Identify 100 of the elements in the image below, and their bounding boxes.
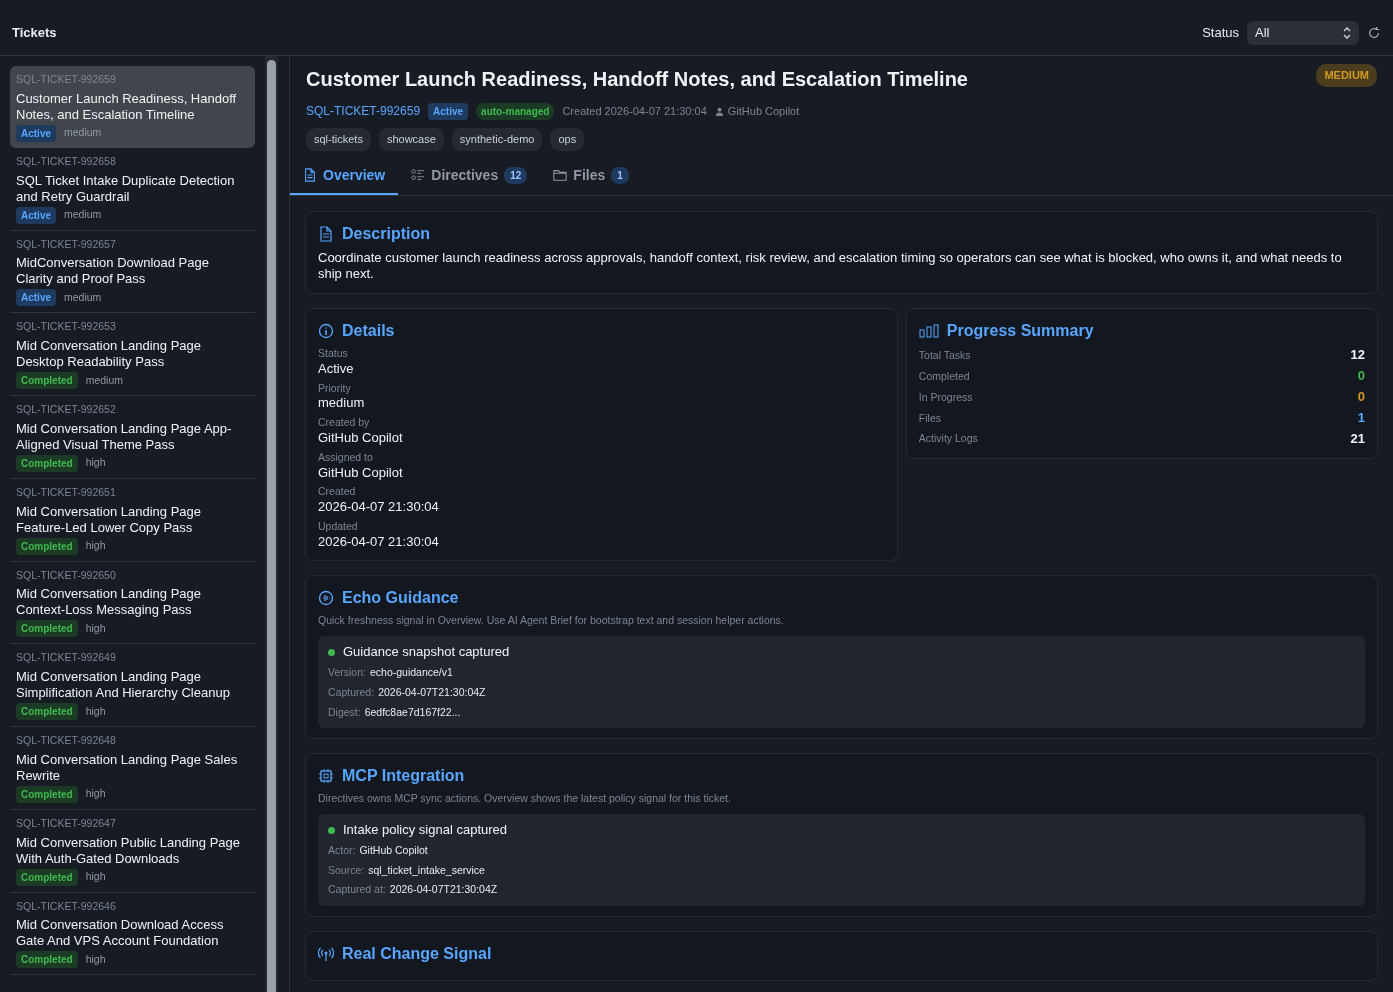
section-title: MCP Integration	[342, 766, 465, 787]
stat-label: Activity Logs	[918, 432, 978, 447]
count-tag: 12	[504, 166, 528, 184]
created-text: Created 2026-04-07 21:30:04	[562, 103, 707, 119]
priority-text: high	[85, 786, 106, 802]
panel-title: Tickets	[12, 23, 57, 42]
tab[interactable]: Files 1	[540, 158, 642, 195]
status-tag: Completed	[16, 372, 78, 389]
field-value: GitHub Copilot	[318, 430, 404, 447]
ticket-item[interactable]: SQL-TICKET-992658 SQL Ticket Intake Duplicate Detection and Retry Guardrail Active medium	[10, 147, 255, 231]
person-icon	[714, 106, 724, 116]
tag-chip[interactable]: ops	[550, 128, 585, 151]
status-tag: Completed	[16, 703, 78, 720]
status-tag: Completed	[16, 454, 78, 472]
stat-value: 0	[1357, 368, 1365, 386]
priority-text: high	[85, 620, 106, 636]
section-title: Echo Guidance	[342, 588, 459, 609]
signal-label: Actor:	[328, 843, 356, 858]
status-tag: Completed	[16, 620, 78, 638]
priority-text: medium	[64, 125, 102, 141]
ticket-item[interactable]: SQL-TICKET-992657 MidConversation Download Page Clarity and Proof Pass Active medium	[10, 230, 255, 314]
tab[interactable]: Directives 12	[398, 158, 541, 195]
ticket-title: Mid Conversation Download Access Gate And VPS Account Foundation	[16, 917, 225, 950]
status-select[interactable]: All	[1247, 20, 1359, 45]
priority-text: medium	[64, 289, 102, 305]
folder-icon	[553, 168, 568, 182]
ticket-title: MidConversation Download Page Clarity and Proof Pass	[16, 255, 210, 288]
field-value: Active	[318, 360, 355, 378]
signal-headline: Guidance snapshot captured	[343, 644, 510, 661]
ticket-title: Mid Conversation Landing Page Context-Loss Messaging Pass	[16, 586, 202, 619]
signal-label: Source:	[328, 863, 365, 878]
ticket-item[interactable]: SQL-TICKET-992653 Mid Conversation Landing Page Desktop Readability Pass Completed medium	[10, 313, 255, 396]
priority-text: medium	[85, 372, 124, 388]
status-tag: Completed	[16, 537, 78, 555]
field-value: GitHub Copilot	[318, 464, 404, 482]
signal-value: echo-guidance/v1	[369, 665, 453, 680]
stat-label: Completed	[918, 369, 970, 384]
priority-text: high	[85, 869, 106, 885]
ticket-id: SQL-TICKET-992659	[16, 72, 117, 87]
priority-text: high	[85, 538, 106, 554]
tag-chip[interactable]: showcase	[378, 128, 444, 151]
ticket-item[interactable]: SQL-TICKET-992651 Mid Conversation Landing Page Feature-Led Lower Copy Pass Completed high	[10, 478, 255, 562]
ticket-title: Mid Conversation Landing Page Simplification And Hierarchy Cleanup	[16, 669, 231, 701]
signal-headline: Intake policy signal captured	[343, 821, 508, 839]
stat-label: In Progress	[918, 390, 973, 405]
ticket-id: SQL-TICKET-992646	[16, 898, 117, 914]
ticket-item[interactable]: SQL-TICKET-992649 Mid Conversation Landing Page Simplification And Hierarchy Cleanup Completed high	[10, 644, 255, 727]
status-tag: Active	[16, 124, 56, 142]
tag-chip[interactable]: sql-tickets	[306, 128, 371, 151]
scrollbar-thumb[interactable]	[267, 60, 276, 992]
ticket-item[interactable]: SQL-TICKET-992647 Mid Conversation Public Landing Page With Auth-Gated Downloads Completed high	[10, 809, 255, 893]
ticket-id: SQL-TICKET-992651	[16, 484, 117, 500]
bar-chart-icon	[918, 324, 939, 339]
stat-value: 21	[1350, 430, 1365, 448]
status-tag: Completed	[16, 951, 78, 969]
status-tag: Completed	[16, 868, 78, 886]
field-label: Priority	[318, 381, 352, 396]
status-tag: Active	[16, 206, 56, 224]
stat-label: Total Tasks	[918, 348, 971, 363]
field-label: Updated	[318, 519, 359, 534]
stat-label: Files	[918, 411, 942, 426]
ticket-item[interactable]: SQL-TICKET-992659 Customer Launch Readiness, Handoff Notes, and Escalation Timeline Active medium	[10, 66, 255, 148]
signal-label: Captured:	[328, 685, 375, 700]
stat-value: 12	[1350, 347, 1365, 365]
section-note: Directives owns MCP sync actions. Overview shows the latest policy signal for this ticket.	[318, 792, 732, 806]
ticket-item[interactable]: SQL-TICKET-992650 Mid Conversation Landing Page Context-Loss Messaging Pass Completed high	[10, 561, 255, 645]
refresh-icon[interactable]	[1367, 25, 1381, 40]
tag-chip[interactable]: synthetic-demo	[451, 128, 543, 151]
ticket-id: SQL-TICKET-992648	[16, 733, 117, 748]
author-text: GitHub Copilot	[727, 103, 800, 119]
section-title: Progress Summary	[946, 321, 1094, 342]
status-dot	[328, 826, 335, 834]
status-tag: Active	[428, 102, 469, 120]
signal-value: sql_ticket_intake_service	[368, 862, 485, 878]
field-label: Assigned to	[318, 450, 374, 465]
section-title: Real Change Signal	[342, 944, 492, 965]
field-label: Created	[318, 485, 357, 500]
ticket-item[interactable]: SQL-TICKET-992652 Mid Conversation Landing Page App-Aligned Visual Theme Pass Completed high	[10, 396, 255, 479]
priority-text: medium	[64, 207, 102, 223]
ticket-title: Mid Conversation Landing Page Sales Rewrite	[16, 751, 239, 784]
signal-label: Digest:	[328, 705, 361, 720]
status-tag: Active	[16, 289, 56, 307]
ticket-title: Mid Conversation Landing Page Feature-Led Lower Copy Pass	[16, 503, 202, 536]
tab[interactable]: Overview	[290, 158, 399, 195]
section-title: Description	[342, 223, 430, 244]
ticket-id: SQL-TICKET-992653	[16, 319, 117, 335]
priority-text: high	[85, 703, 106, 719]
ticket-id: SQL-TICKET-992650	[16, 567, 117, 583]
ticket-id-link[interactable]: SQL-TICKET-992659	[306, 102, 421, 120]
waveform-icon	[318, 590, 334, 607]
ticket-id: SQL-TICKET-992649	[16, 650, 117, 666]
ticket-id: SQL-TICKET-992647	[16, 815, 117, 831]
section-note: Quick freshness signal in Overview. Use AI Agent Brief for bootstrap text and session helper actions.	[318, 614, 785, 629]
ticket-item[interactable]: SQL-TICKET-992646 Mid Conversation Download Access Gate And VPS Account Foundation Completed high	[10, 892, 255, 976]
ticket-id: SQL-TICKET-992652	[16, 402, 117, 417]
status-dot	[328, 649, 335, 657]
section-title: Details	[342, 321, 395, 342]
ticket-item[interactable]: SQL-TICKET-992648 Mid Conversation Landing Page Sales Rewrite Completed high	[10, 727, 255, 810]
field-value: 2026-04-07 21:30:04	[318, 533, 440, 551]
info-icon	[318, 323, 334, 340]
